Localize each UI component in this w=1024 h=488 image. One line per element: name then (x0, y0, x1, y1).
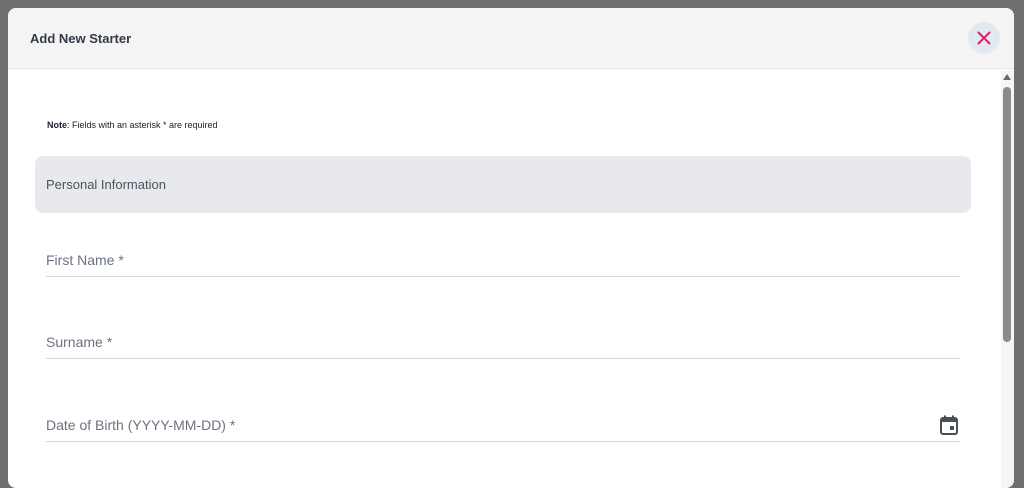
scroll-thumb[interactable] (1003, 87, 1011, 342)
scroll-up-arrow-icon[interactable] (1003, 74, 1011, 80)
dob-input[interactable] (46, 416, 926, 433)
surname-input[interactable] (46, 333, 926, 350)
close-icon (977, 31, 991, 45)
note-label: Note (47, 120, 67, 130)
close-button[interactable] (968, 22, 1000, 54)
first-name-field (46, 243, 960, 277)
surname-field (46, 325, 960, 359)
vertical-scrollbar[interactable] (1001, 70, 1014, 488)
modal-title: Add New Starter (30, 30, 132, 46)
note-text: : Fields with an asterisk * are required (67, 120, 218, 130)
calendar-icon[interactable] (938, 414, 960, 436)
first-name-input[interactable] (46, 251, 926, 268)
required-note: Note: Fields with an asterisk * are requ… (47, 120, 218, 130)
section-personal-information[interactable]: Personal Information (35, 156, 971, 213)
add-starter-modal: Add New Starter Note: Fields with an ast… (8, 8, 1014, 488)
dob-field (46, 408, 960, 442)
section-title: Personal Information (46, 177, 166, 192)
modal-header: Add New Starter (8, 8, 1014, 69)
